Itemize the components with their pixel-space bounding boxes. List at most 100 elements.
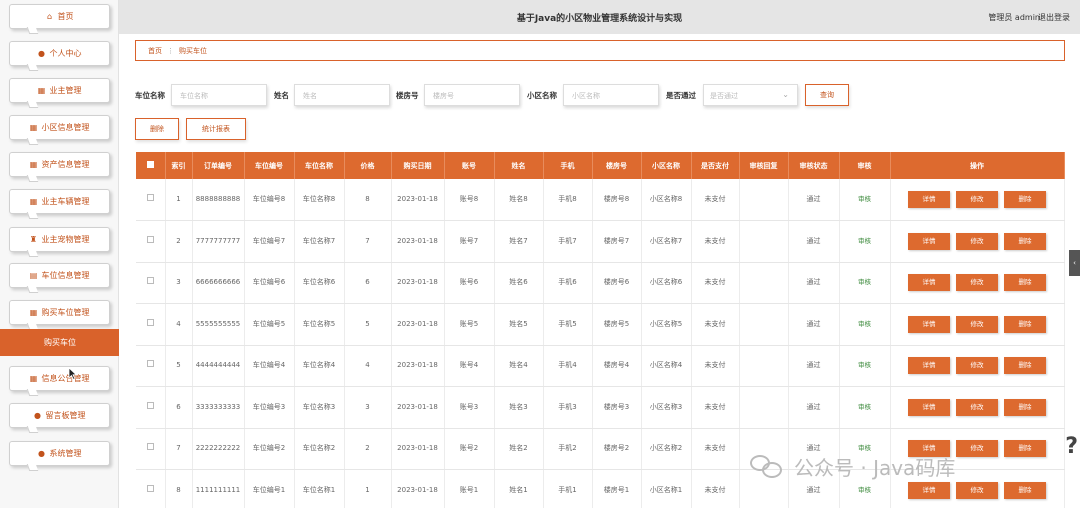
cell-audit: 审核: [839, 262, 891, 304]
row-checkbox[interactable]: [136, 262, 166, 304]
sidebar-item-10[interactable]: ● 留言板管理: [9, 403, 110, 428]
delete-button[interactable]: 删除: [1004, 440, 1046, 458]
user-icon: ●: [38, 448, 45, 458]
audit-link[interactable]: 审核: [858, 361, 871, 369]
cell-price: 4: [344, 345, 392, 387]
sidebar-item-5[interactable]: ▦ 业主车辆管理: [9, 189, 110, 214]
delete-button[interactable]: 删除: [1004, 274, 1046, 292]
cell-status: 通过: [788, 386, 840, 429]
edit-button[interactable]: 修改: [956, 440, 998, 458]
sidebar-item-1[interactable]: ● 个人中心: [9, 41, 110, 66]
delete-button[interactable]: 删除: [1004, 481, 1046, 499]
audit-link[interactable]: 审核: [858, 278, 871, 286]
audit-link[interactable]: 审核: [858, 195, 871, 203]
sidebar-item-2[interactable]: ▦ 业主管理: [9, 78, 110, 103]
row-checkbox[interactable]: [136, 469, 166, 508]
audit-link[interactable]: 审核: [858, 237, 871, 245]
cell-reply: [739, 179, 789, 221]
cell-code: 车位编号2: [244, 428, 295, 470]
detail-button[interactable]: 详情: [908, 357, 950, 375]
parking-name-input[interactable]: 车位名称: [171, 84, 267, 106]
cell-order: 4444444444: [192, 345, 245, 387]
cell-date: 2023-01-18: [391, 469, 445, 508]
delete-button[interactable]: 删除: [1004, 315, 1046, 333]
row-checkbox[interactable]: [136, 303, 166, 346]
sidebar-item-label: 小区信息管理: [41, 123, 90, 132]
approved-select-value: 是否通过: [710, 92, 738, 100]
cell-name: 车位名称1: [294, 469, 345, 508]
sidebar-item-8[interactable]: ▦ 购买车位管理: [9, 300, 110, 325]
cell-date: 2023-01-18: [391, 386, 445, 429]
row-checkbox[interactable]: [136, 386, 166, 429]
detail-button[interactable]: 详情: [908, 232, 950, 250]
detail-button[interactable]: 详情: [908, 191, 950, 208]
detail-button[interactable]: 详情: [908, 315, 950, 333]
cell-paid: 未支付: [691, 262, 740, 304]
sidebar-item-7[interactable]: ▤ 车位信息管理: [9, 263, 110, 288]
edit-button[interactable]: 修改: [956, 315, 998, 333]
detail-button[interactable]: 详情: [908, 398, 950, 416]
cell-community: 小区名称2: [641, 428, 692, 470]
sidebar-item-0[interactable]: ⌂ 首页: [9, 4, 110, 29]
cell-code: 车位编号3: [244, 386, 295, 429]
edit-button[interactable]: 修改: [956, 398, 998, 416]
edit-button[interactable]: 修改: [956, 481, 998, 499]
help-icon[interactable]: ?: [1065, 434, 1078, 459]
cell-status: 通过: [788, 220, 840, 263]
cell-paid: 未支付: [691, 469, 740, 508]
query-button[interactable]: 查询: [805, 84, 849, 106]
cell-reply: [739, 303, 789, 346]
audit-link[interactable]: 审核: [858, 320, 871, 328]
detail-button[interactable]: 详情: [908, 274, 950, 292]
person-name-input[interactable]: 姓名: [294, 84, 390, 106]
table-row: 6 3333333333 车位编号3 车位名称3 3 2023-01-18 账号3 姓名3 手机…: [136, 386, 1065, 429]
building-input[interactable]: 楼房号: [424, 84, 520, 106]
row-checkbox[interactable]: [136, 220, 166, 263]
cell-building: 楼房号8: [592, 179, 642, 221]
edit-button[interactable]: 修改: [956, 232, 998, 250]
cell-community: 小区名称6: [641, 262, 692, 304]
batch-delete-button[interactable]: 删除: [135, 118, 179, 140]
sidebar-item-11[interactable]: ● 系统管理: [9, 441, 110, 466]
cell-community: 小区名称8: [641, 179, 692, 221]
cell-name: 车位名称3: [294, 386, 345, 429]
audit-link[interactable]: 审核: [858, 486, 871, 494]
cell-reply: [739, 386, 789, 429]
cell-account: 账号5: [444, 303, 495, 346]
breadcrumb-home[interactable]: 首页: [148, 46, 162, 56]
delete-button[interactable]: 删除: [1004, 398, 1046, 416]
delete-button[interactable]: 删除: [1004, 191, 1046, 208]
cell-idx: 6: [165, 386, 193, 429]
sidebar-item-3[interactable]: ▦ 小区信息管理: [9, 115, 110, 140]
cell-order: 2222222222: [192, 428, 245, 470]
row-checkbox[interactable]: [136, 428, 166, 470]
sidebar-item-6[interactable]: ♜ 业主宠物管理: [9, 227, 110, 252]
current-user: 管理员 admin: [988, 13, 1040, 22]
sidebar-item-9[interactable]: ▦ 信息公告管理: [9, 366, 110, 391]
row-checkbox[interactable]: [136, 179, 166, 221]
approved-select[interactable]: 是否通过 ⌄: [703, 84, 798, 106]
sidebar-subitem-buy-parking-active[interactable]: 购买车位: [0, 329, 119, 356]
cell-person: 姓名3: [494, 386, 544, 429]
delete-button[interactable]: 删除: [1004, 357, 1046, 375]
delete-button[interactable]: 删除: [1004, 232, 1046, 250]
edit-button[interactable]: 修改: [956, 357, 998, 375]
sidebar-item-4[interactable]: ▦ 资产信息管理: [9, 152, 110, 177]
row-checkbox[interactable]: [136, 345, 166, 387]
stats-report-button[interactable]: 统计报表: [186, 118, 246, 140]
edit-button[interactable]: 修改: [956, 191, 998, 208]
column-header: 是否支付: [691, 152, 740, 179]
collapse-handle-icon[interactable]: ‹: [1069, 250, 1080, 276]
community-input[interactable]: 小区名称: [563, 84, 659, 106]
edit-button[interactable]: 修改: [956, 274, 998, 292]
cell-phone: 手机6: [543, 262, 593, 304]
cell-operations: 详情 修改 删除: [890, 386, 1065, 429]
cell-name: 车位名称5: [294, 303, 345, 346]
search-bar: 车位名称 车位名称 姓名 姓名 楼房号 楼房号 小区名称 小区名称 是否通过 是…: [135, 84, 1065, 106]
label-person-name: 姓名: [274, 91, 289, 100]
cell-operations: 详情 修改 删除: [890, 345, 1065, 387]
select-all-checkbox[interactable]: [136, 152, 166, 179]
home-icon: ⌂: [46, 11, 53, 21]
logout-link[interactable]: 退出登录: [1038, 12, 1070, 23]
audit-link[interactable]: 审核: [858, 403, 871, 411]
